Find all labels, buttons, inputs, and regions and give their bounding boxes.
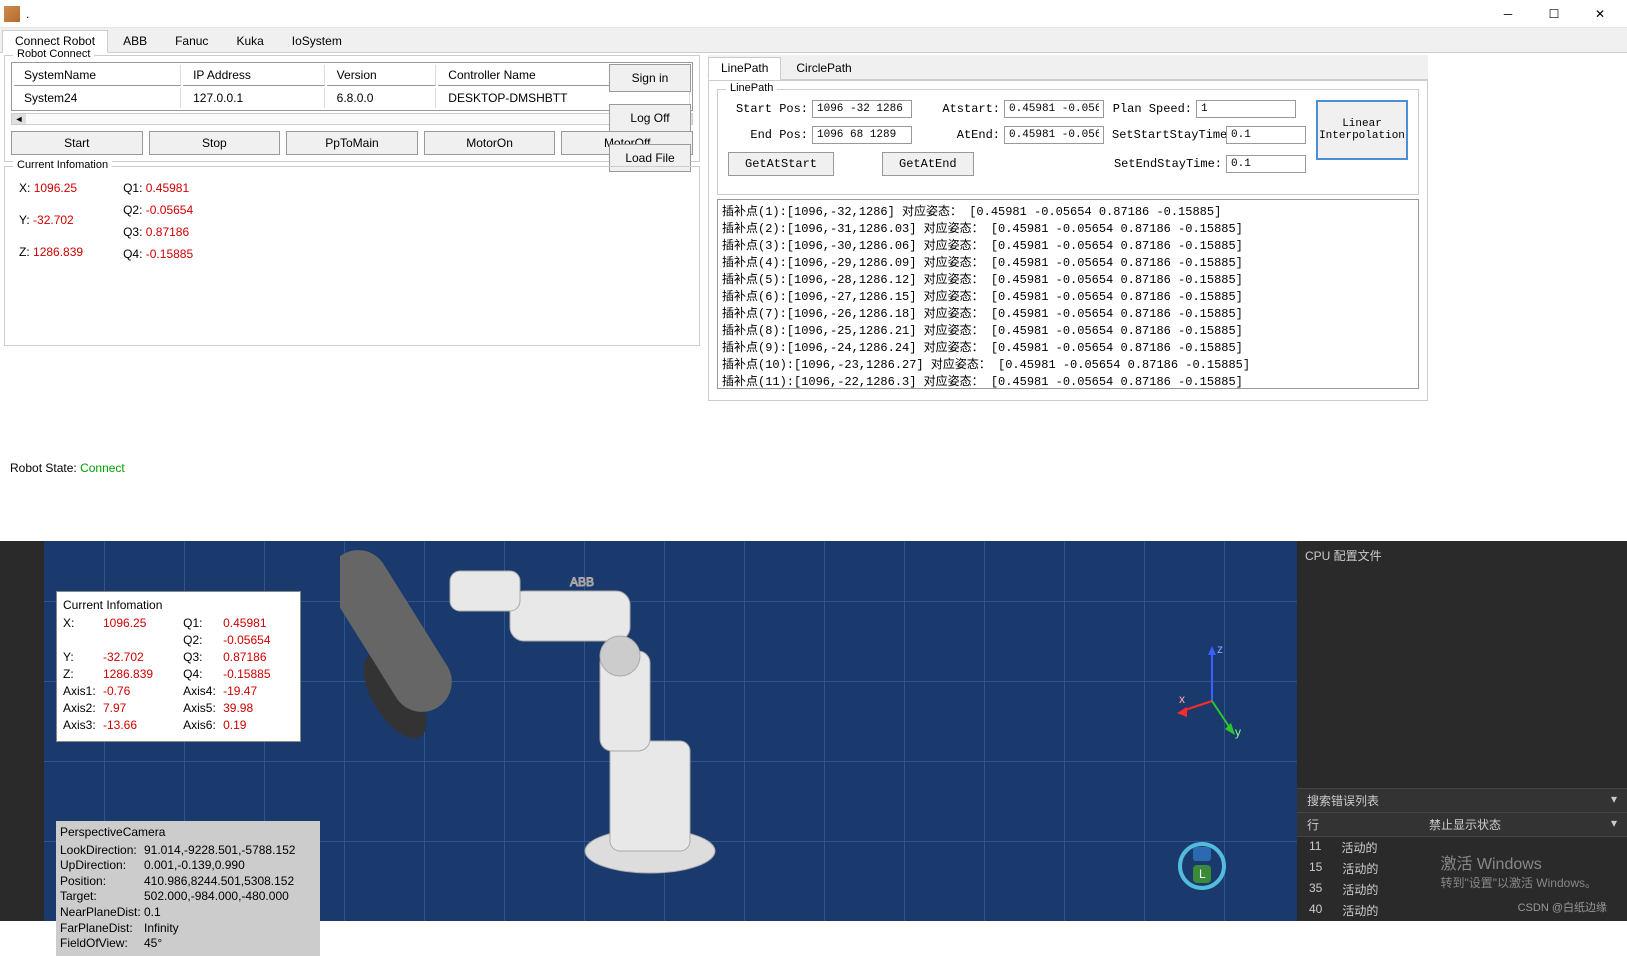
tab-fanuc[interactable]: Fanuc	[162, 30, 221, 52]
current-info-legend: Current Infomation	[13, 159, 112, 171]
pptomain-button[interactable]: PpToMain	[286, 131, 418, 155]
tab-circlepath[interactable]: CirclePath	[783, 57, 864, 79]
tab-iosystem[interactable]: IoSystem	[279, 30, 355, 52]
state-line: Robot State: Connect	[0, 453, 1627, 483]
left-dark-panel	[0, 541, 44, 921]
view-mode-icon[interactable]: L	[1177, 841, 1227, 891]
close-button[interactable]: ✕	[1577, 0, 1623, 28]
log-textarea[interactable]: 插补点(1):[1096,-32,1286] 对应姿态： [0.45981 -0…	[717, 199, 1419, 389]
set-start-input[interactable]	[1226, 126, 1306, 144]
motoron-button[interactable]: MotorOn	[424, 131, 556, 155]
robot-table[interactable]: SystemName IP Address Version Controller…	[11, 62, 693, 111]
minimize-button[interactable]: ─	[1485, 0, 1531, 28]
search-errors-label[interactable]: 搜索错误列表	[1307, 792, 1379, 809]
tab-abb[interactable]: ABB	[110, 30, 160, 52]
table-row[interactable]: System24 127.0.0.1 6.8.0.0 DESKTOP-DMSHB…	[14, 88, 690, 108]
titlebar: . ─ ☐ ✕	[0, 0, 1627, 28]
atend-input[interactable]	[1004, 126, 1104, 144]
right-tabbar: LinePath CirclePath	[708, 55, 1428, 80]
svg-text:L: L	[1199, 867, 1206, 881]
q4-value: -0.15885	[146, 247, 193, 261]
x-value: 1096.25	[34, 181, 77, 195]
linear-interpolation-button[interactable]: Linear Interpolation	[1316, 100, 1408, 160]
end-pos-input[interactable]	[812, 126, 912, 144]
robot-connect-legend: Robot Connect	[13, 48, 94, 60]
svg-text:x: x	[1179, 692, 1185, 706]
robot-arm-icon: ABB	[340, 541, 940, 921]
csdn-watermark: CSDN @白纸边缘	[1518, 899, 1607, 915]
current-info-group: Current Infomation X: 1096.25 Y: -32.702…	[4, 166, 700, 346]
plan-speed-input[interactable]	[1196, 100, 1296, 118]
th-version: Version	[327, 65, 437, 86]
atstart-input[interactable]	[1004, 100, 1104, 118]
q3-value: 0.87186	[146, 225, 189, 239]
svg-text:y: y	[1235, 725, 1241, 739]
get-at-start-button[interactable]: GetAtStart	[728, 152, 834, 176]
activate-windows-watermark: 激活 Windows 转到"设置"以激活 Windows。	[1440, 850, 1597, 891]
logoff-button[interactable]: Log Off	[609, 104, 691, 132]
set-end-input[interactable]	[1226, 155, 1306, 173]
start-pos-input[interactable]	[812, 100, 912, 118]
dropdown-icon[interactable]: ▾	[1611, 792, 1617, 809]
start-button[interactable]: Start	[11, 131, 143, 155]
dropdown-icon[interactable]: ▾	[1611, 816, 1617, 833]
svg-text:z: z	[1217, 642, 1223, 656]
z-value: 1286.839	[33, 245, 83, 259]
q1-value: 0.45981	[146, 181, 189, 195]
tab-linepath[interactable]: LinePath	[708, 57, 781, 80]
axis-gizmo-icon: z x y	[1177, 641, 1247, 741]
overlay-info-panel: Current Infomation X:1096.25Q1:0.45981 Q…	[56, 591, 301, 742]
app-icon	[4, 6, 20, 22]
th-ip: IP Address	[183, 65, 325, 86]
th-systemname: SystemName	[14, 65, 181, 86]
tab-kuka[interactable]: Kuka	[223, 30, 276, 52]
viewport-3d[interactable]: ABB z x y L Current Infomation X:1096.25…	[0, 541, 1627, 921]
linepath-legend: LinePath	[726, 82, 777, 94]
signin-button[interactable]: Sign in	[609, 64, 691, 92]
y-value: -32.702	[33, 213, 74, 227]
stop-button[interactable]: Stop	[149, 131, 281, 155]
main-tabbar: Connect Robot ABB Fanuc Kuka IoSystem	[0, 28, 1627, 53]
robot-connect-group: Robot Connect SystemName IP Address Vers…	[4, 55, 700, 162]
q2-value: -0.05654	[146, 203, 193, 217]
camera-info-panel: PerspectiveCamera LookDirection:91.014,-…	[56, 821, 320, 956]
robot-state: Connect	[80, 461, 125, 475]
maximize-button[interactable]: ☐	[1531, 0, 1577, 28]
window-title: .	[26, 7, 1485, 21]
table-scrollbar[interactable]: ◄►	[11, 113, 693, 125]
get-at-end-button[interactable]: GetAtEnd	[882, 152, 974, 176]
svg-text:ABB: ABB	[570, 575, 594, 589]
